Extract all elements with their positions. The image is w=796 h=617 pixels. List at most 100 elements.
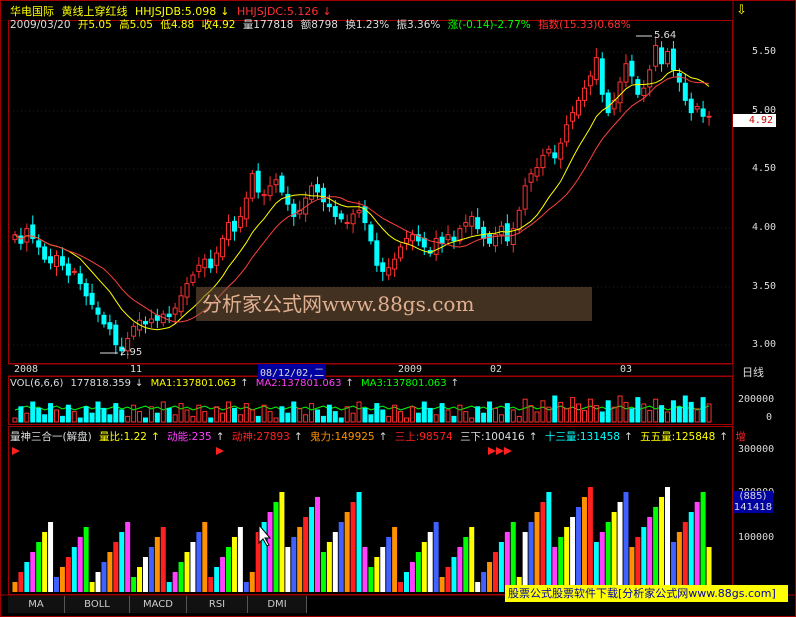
indicator-bar — [665, 487, 671, 592]
indicator-bar — [492, 552, 498, 592]
volume-bar — [676, 406, 682, 423]
candle — [261, 189, 267, 206]
volume-bar — [700, 397, 706, 423]
candle — [576, 96, 582, 119]
current-price-marker: 4.92 — [733, 114, 776, 127]
volume-bar — [374, 403, 380, 423]
volume-bar — [237, 414, 243, 423]
indicator-bar — [617, 502, 623, 592]
indicator-bar — [142, 557, 148, 592]
candle — [599, 52, 605, 103]
volume-bar — [131, 404, 137, 423]
candle — [623, 54, 629, 88]
volume-bar — [682, 395, 688, 423]
indicator-bar — [386, 537, 392, 592]
date-tick: 2008 — [14, 364, 39, 375]
volume-bars — [12, 395, 712, 423]
volume-bar — [178, 403, 184, 423]
candle — [255, 163, 261, 199]
volume-bar — [95, 401, 101, 423]
vol-ma-line — [14, 405, 710, 411]
candle — [196, 257, 202, 278]
volume-bar — [362, 407, 368, 423]
candle — [332, 200, 338, 225]
indicator-bar — [267, 512, 273, 592]
volume-bar — [119, 409, 125, 423]
indicator-bar — [184, 552, 190, 592]
volume-bar — [65, 404, 71, 423]
candle — [570, 106, 576, 130]
candle — [231, 216, 237, 241]
tab-macd[interactable]: MACD — [130, 596, 187, 613]
volume-bar — [492, 407, 498, 423]
volume-bar — [439, 403, 445, 423]
volume-bar — [641, 403, 647, 423]
volume-bar — [344, 406, 350, 423]
ad-banner[interactable]: 股票公式股票软件下载[分析家公式网www.88gs.com] — [505, 585, 788, 602]
volume-bar — [160, 401, 166, 423]
candle — [131, 322, 137, 340]
volume-bar — [202, 411, 208, 423]
volume-bar — [665, 411, 671, 423]
indicator-bar — [243, 582, 249, 592]
indicator-bar — [101, 562, 107, 592]
indicator-bar — [653, 507, 659, 592]
candle — [71, 267, 77, 276]
indicator-bar — [326, 542, 332, 592]
indicator-bar — [599, 532, 605, 592]
candle — [243, 191, 249, 227]
indicator-bar — [12, 582, 18, 592]
date-tick: 02 — [490, 364, 503, 375]
volume-bar — [83, 406, 89, 423]
volume-bar — [398, 411, 404, 423]
ind-wuwu: 五五量:125848 — [640, 431, 716, 443]
indicator-bar — [95, 572, 101, 592]
volume-bar — [386, 415, 392, 423]
indicator-bar — [421, 542, 427, 592]
open: 开5.05 — [77, 19, 112, 31]
ind-name: 量神三合一(解盘) — [10, 431, 92, 443]
indicator-bar — [522, 532, 528, 592]
tab-rsi[interactable]: RSI — [187, 596, 248, 613]
high: 高5.05 — [119, 19, 153, 31]
volume-bar — [528, 405, 534, 423]
turnover: 换1.23% — [345, 19, 390, 31]
indicator-bar — [623, 492, 629, 592]
download-arrow-icon[interactable]: ⇩ — [736, 3, 747, 18]
volume-bar — [457, 404, 463, 423]
candle — [214, 246, 220, 274]
volume-bar — [617, 395, 623, 423]
tab-dmi[interactable]: DMI — [248, 596, 307, 613]
candle — [380, 257, 386, 281]
candle — [12, 231, 18, 244]
ind-sanshang: 三上:98574 — [394, 431, 453, 443]
candle — [95, 301, 101, 323]
tab-ma[interactable]: MA — [8, 596, 65, 613]
indicator-bars — [12, 487, 712, 592]
candle — [220, 234, 226, 261]
indicator-bar — [249, 572, 255, 592]
volume-bar — [332, 411, 338, 423]
indicator-bar — [374, 557, 380, 592]
indicator-bar — [380, 547, 386, 592]
volume-bar — [59, 415, 65, 423]
ind-shisan: 十三量:131458 — [544, 431, 620, 443]
indicator-bar — [83, 527, 89, 592]
volume-bar — [694, 408, 700, 423]
vol-tick: 200000 — [738, 394, 775, 405]
indicator-value-boxes: (885) 141418 — [733, 491, 773, 513]
indicator-bar — [694, 502, 700, 592]
candle — [593, 48, 599, 85]
ind-tick: 100000 — [738, 532, 775, 543]
indicator-bar — [291, 537, 297, 592]
candle — [475, 208, 481, 234]
signal-arrows — [12, 447, 512, 455]
tab-boll[interactable]: BOLL — [65, 596, 130, 613]
volume-bar — [522, 398, 528, 423]
indicator-bar — [285, 547, 291, 592]
indicator-bar — [24, 562, 30, 592]
vol-ma3: MA3:137801.063 — [361, 378, 447, 389]
period-label[interactable]: 日线 — [742, 364, 764, 380]
candle — [338, 210, 344, 223]
date-tick: 03 — [620, 364, 633, 375]
